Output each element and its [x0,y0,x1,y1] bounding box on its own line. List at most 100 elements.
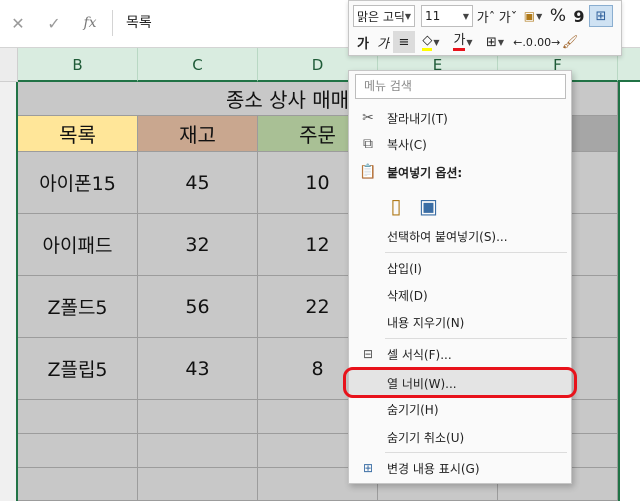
increase-decimal-button[interactable]: ←.0 [511,31,535,53]
menu-divider [385,252,567,253]
format-painter-button[interactable]: 🖌 [559,31,581,53]
align-center-icon: ≡ [398,34,410,50]
bold-button[interactable]: 가 [353,31,373,53]
menu-item-show-changes[interactable]: ⊞ 변경 내용 표시(G) [349,455,571,481]
table-cell[interactable]: 아이폰15 [18,152,138,214]
table-cell[interactable] [138,400,258,434]
chevron-down-icon: ▼ [433,37,440,47]
fill-color-button[interactable]: ◇ ▼ [415,31,447,53]
menu-item-label: 복사(C) [387,137,427,152]
header-cell-item[interactable]: 목록 [18,116,138,152]
paste-options-row: ▯ ▣ [349,191,571,221]
format-cells-icon: ⊟ [362,347,374,361]
column-header-b[interactable]: B [18,48,138,82]
paste-icon[interactable]: ▯ [387,194,405,218]
table-cell[interactable] [18,434,138,468]
menu-item-label: 숨기기(H) [387,402,439,417]
merge-cells-icon: ⊞ [595,8,607,24]
table-cell[interactable]: 45 [138,152,258,214]
font-size-value: 11 [425,9,441,23]
menu-item-unhide[interactable]: 숨기기 취소(U) [349,424,571,450]
menu-item-label: 선택하여 붙여넣기(S)... [387,229,508,244]
menu-item-clear-contents[interactable]: 내용 지우기(N) [349,309,571,335]
menu-item-cut[interactable]: ✂ 잘라내기(T) [349,105,571,131]
format-painter-icon: 🖌 [561,34,579,50]
font-name-value: 맑은 고딕 [357,9,404,24]
menu-search-input[interactable]: 메뉴 검색 [355,74,566,99]
menu-item-paste-special[interactable]: 선택하여 붙여넣기(S)... [349,223,571,249]
italic-button[interactable]: 가 [373,31,393,53]
shrink-font-button[interactable]: 가ˇ [497,5,519,27]
table-cell[interactable]: 43 [138,338,258,400]
column-header-c[interactable]: C [138,48,258,82]
header-cell-stock[interactable]: 재고 [138,116,258,152]
paste-icon: 📋 [359,164,377,180]
table-cell[interactable] [138,468,258,501]
scissors-icon: ✂ [362,110,374,126]
menu-item-label: 삽입(I) [387,261,422,276]
mini-toolbar: 맑은 고딕 ▼ 11 ▼ 가ˆ 가ˇ ▣ ▼ % 9 ⊞ 가 가 ≡ ◇ ▼ 가 ▼ … [348,0,622,56]
show-changes-icon: ⊞ [362,461,374,475]
merge-center-button[interactable]: ⊞ [589,5,613,27]
chevron-down-icon: ▼ [462,11,469,21]
menu-item-label: 변경 내용 표시(G) [387,461,480,476]
table-cell[interactable] [18,468,138,501]
menu-item-label: 내용 지우기(N) [387,315,465,330]
table-cell[interactable]: Z플립5 [18,338,138,400]
menu-item-insert[interactable]: 삽입(I) [349,255,571,281]
paste-picture-icon[interactable]: ▣ [419,194,438,218]
align-center-button[interactable]: ≡ [393,31,415,53]
menu-divider [385,452,567,453]
menu-item-label: 숨기기 취소(U) [387,430,465,445]
decrease-decimal-button[interactable]: .00→ [533,31,561,53]
column-g-area[interactable] [618,82,640,501]
font-color-button[interactable]: 가 ▼ [447,31,479,53]
grow-font-button[interactable]: 가ˆ [475,5,497,27]
increase-decimal-icon: ←.0 [513,35,533,49]
table-cell[interactable] [18,400,138,434]
row-headers[interactable] [0,82,18,501]
insert-function-icon[interactable]: fx [72,15,108,31]
chevron-down-icon: ▼ [497,37,505,47]
font-color-icon: 가 [453,33,466,51]
menu-item-hide[interactable]: 숨기기(H) [349,396,571,422]
font-size-select[interactable]: 11 ▼ [421,5,473,27]
comma-style-button[interactable]: 9 [569,5,589,27]
percent-style-button[interactable]: % [547,5,569,27]
select-all-corner[interactable] [0,48,18,82]
formula-input[interactable]: 목록 [118,8,348,38]
accounting-format-button[interactable]: ▣ ▼ [519,5,547,27]
table-cell[interactable]: 32 [138,214,258,276]
menu-item-label: 붙여넣기 옵션: [387,165,463,180]
menu-item-label: 잘라내기(T) [387,111,448,126]
menu-item-label: 삭제(D) [387,288,428,303]
menu-item-copy[interactable]: ⧉ 복사(C) [349,131,571,157]
formula-bar-divider [112,10,113,36]
chevron-down-icon: ▼ [404,11,411,21]
menu-item-paste-options: 📋 붙여넣기 옵션: [349,159,571,185]
borders-icon: ⊞ [485,34,497,50]
chevron-down-icon: ▼ [466,37,473,47]
cancel-icon[interactable]: ✕ [0,14,36,33]
menu-item-delete[interactable]: 삭제(D) [349,282,571,308]
decrease-decimal-icon: .00→ [533,35,561,49]
menu-item-format-cells[interactable]: ⊟ 셀 서식(F)... [349,341,571,367]
mini-toolbar-row-font: 맑은 고딕 ▼ 11 ▼ 가ˆ 가ˇ ▣ ▼ % 9 ⊞ [353,3,613,29]
sheet-title: 종소 상사 매매 [225,88,350,112]
table-cell[interactable]: 아이패드 [18,214,138,276]
menu-item-label: 셀 서식(F)... [387,347,452,362]
menu-divider [385,338,567,339]
mini-toolbar-row-format: 가 가 ≡ ◇ ▼ 가 ▼ ⊞ ▼ ←.0 .00→ 🖌 [353,29,581,55]
enter-icon[interactable]: ✓ [36,14,72,33]
table-cell[interactable]: Z폴드5 [18,276,138,338]
font-name-select[interactable]: 맑은 고딕 ▼ [353,5,415,27]
formula-bar-controls: ✕ ✓ fx [0,8,112,38]
chevron-down-icon: ▼ [536,11,543,21]
context-menu: 메뉴 검색 ✂ 잘라내기(T) ⧉ 복사(C) 📋 붙여넣기 옵션: ▯ ▣ 선… [348,70,572,484]
table-cell[interactable]: 56 [138,276,258,338]
borders-button[interactable]: ⊞ ▼ [479,31,511,53]
fill-color-icon: ◇ [422,33,433,51]
accounting-icon: ▣ [523,9,536,23]
table-cell[interactable] [138,434,258,468]
copy-icon: ⧉ [363,136,373,152]
